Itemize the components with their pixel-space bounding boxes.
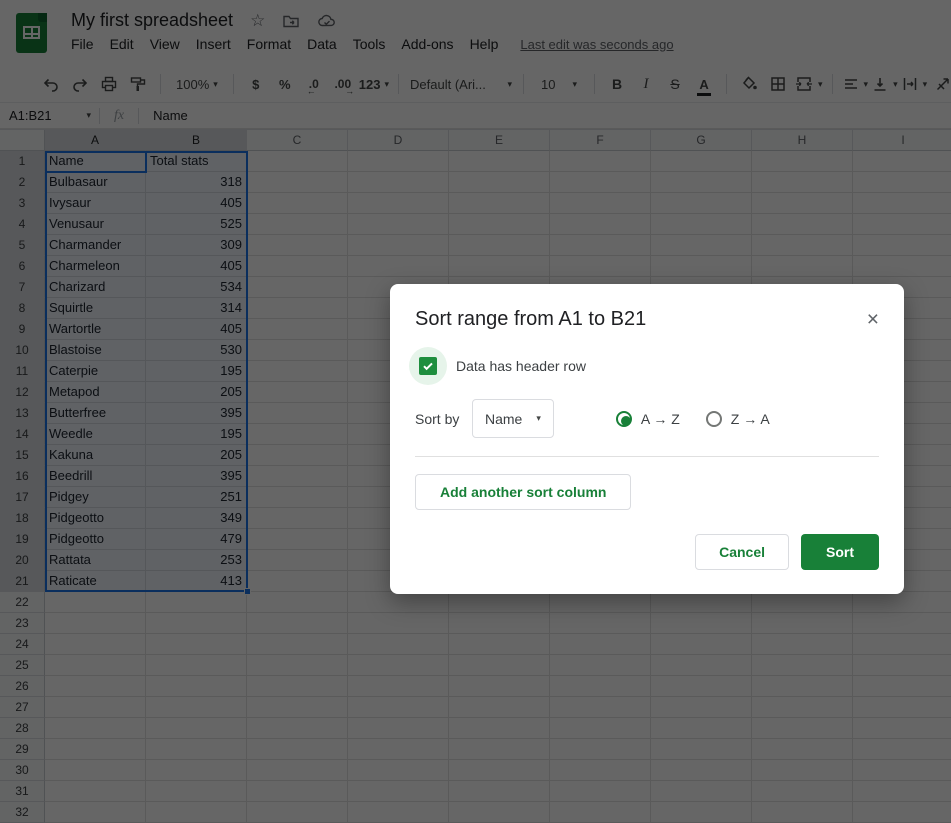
checkbox-label[interactable]: Data has header row <box>456 358 586 374</box>
check-icon <box>423 362 433 371</box>
dialog-title: Sort range from A1 to B21 <box>415 308 647 330</box>
sort-button[interactable]: Sort <box>801 534 879 570</box>
header-row-checkbox[interactable] <box>419 357 437 375</box>
dialog-header: Sort range from A1 to B21 × <box>415 308 879 331</box>
close-icon[interactable]: × <box>867 309 879 330</box>
dialog-footer: Cancel Sort <box>415 534 879 570</box>
radio-za-label: Z → A <box>730 410 770 427</box>
radio-az-label: A → Z <box>640 410 680 427</box>
radio-option-az[interactable]: A → Z <box>615 410 680 427</box>
dialog-divider <box>415 456 879 457</box>
radio-za-icon[interactable] <box>705 410 722 427</box>
add-sort-column-button[interactable]: Add another sort column <box>415 474 632 510</box>
cancel-button[interactable]: Cancel <box>695 534 789 570</box>
radio-option-za[interactable]: Z → A <box>705 410 770 427</box>
sort-by-label: Sort by <box>415 410 460 427</box>
sort-criteria-row: Sort by Name ▾ A → Z Z → A <box>415 399 879 438</box>
radio-az-icon[interactable] <box>615 410 632 427</box>
sort-key-dropdown[interactable]: Name ▾ <box>472 399 554 438</box>
sort-order-radio-group: A → Z Z → A <box>615 410 770 427</box>
checkbox-halo <box>409 347 447 385</box>
header-row-checkbox-row: Data has header row <box>409 347 879 385</box>
sort-range-dialog: Sort range from A1 to B21 × Data has hea… <box>390 284 904 594</box>
chevron-down-icon: ▾ <box>536 413 541 423</box>
